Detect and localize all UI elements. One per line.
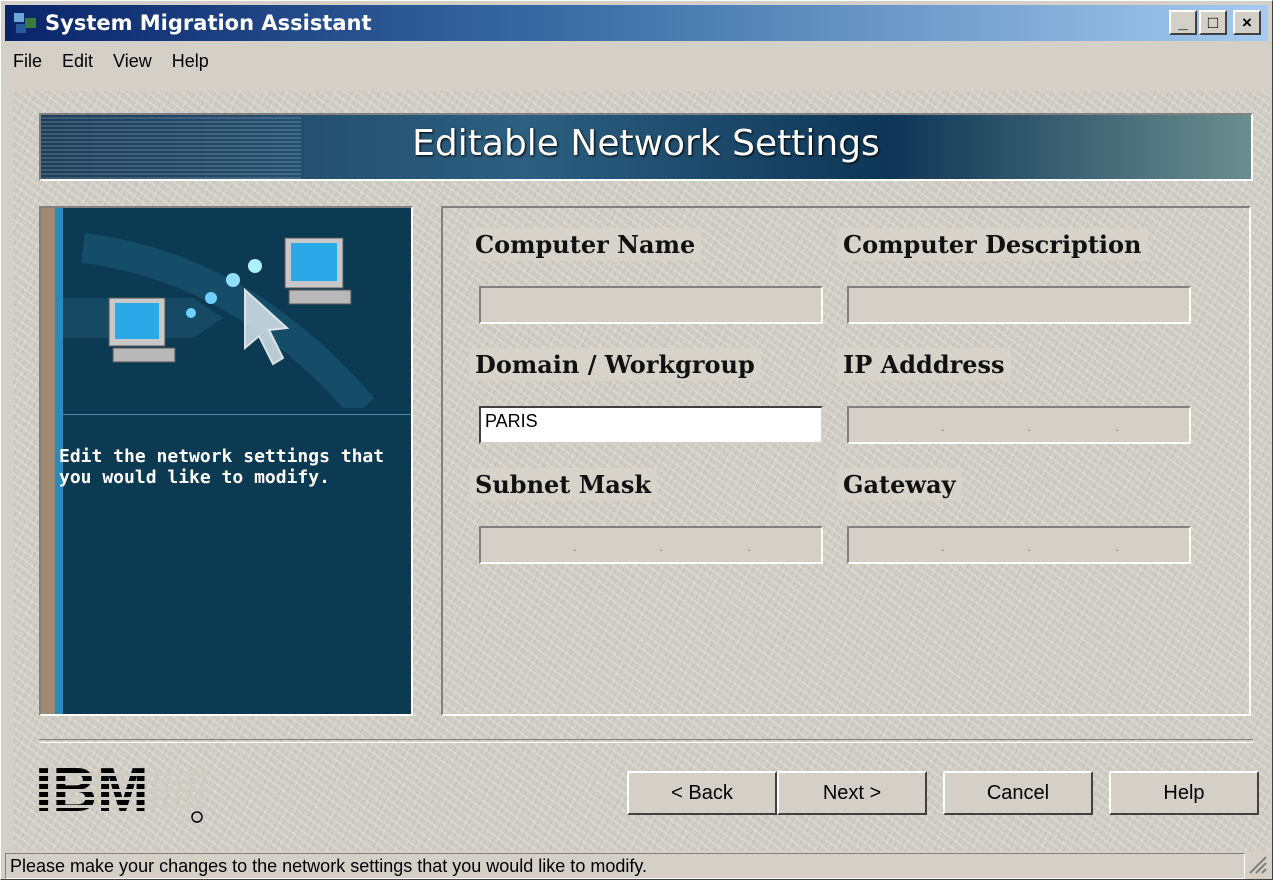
panel-divider: [63, 414, 411, 415]
ip-address-field[interactable]: . . .: [847, 406, 1191, 444]
gateway-field[interactable]: . . .: [847, 526, 1191, 564]
header-banner: Editable Network Settings: [39, 113, 1253, 181]
maximize-button[interactable]: □: [1199, 10, 1227, 35]
minimize-icon: _: [1178, 12, 1188, 32]
window-title: System Migration Assistant: [45, 11, 372, 35]
maximize-icon: □: [1207, 12, 1219, 32]
application-window: System Migration Assistant _ □ × File Ed…: [0, 0, 1273, 880]
ip-separator: .: [1115, 538, 1119, 554]
panel-accent-strip: [41, 208, 55, 714]
next-button[interactable]: Next >: [777, 771, 927, 815]
wizard-content: Editable Network Settings Edit the netwo…: [13, 91, 1270, 851]
resize-grip-icon[interactable]: [1246, 853, 1268, 875]
ibm-logo: IBM: [35, 767, 205, 825]
close-button[interactable]: ×: [1233, 10, 1261, 35]
network-computers-icon: [63, 233, 375, 408]
footer-divider: [39, 739, 1253, 743]
ip-separator: .: [1115, 418, 1119, 434]
ip-address-label: IP Adddress: [837, 348, 1011, 381]
menu-file[interactable]: File: [13, 51, 42, 72]
panel-description: Edit the network settings that you would…: [59, 446, 385, 488]
app-icon: [14, 13, 36, 33]
domain-workgroup-field[interactable]: PARIS: [479, 406, 823, 444]
subnet-mask-field[interactable]: . . .: [479, 526, 823, 564]
menu-bar: File Edit View Help: [5, 45, 1268, 77]
computer-description-field[interactable]: [847, 286, 1191, 324]
menu-view[interactable]: View: [113, 51, 152, 72]
computer-description-label: Computer Description: [837, 228, 1148, 261]
gateway-label: Gateway: [837, 468, 962, 501]
ip-separator: .: [941, 538, 945, 554]
domain-workgroup-label: Domain / Workgroup: [469, 348, 761, 381]
title-bar[interactable]: System Migration Assistant _ □ ×: [5, 5, 1268, 41]
settings-form: Computer Name Computer Description Domai…: [441, 206, 1251, 716]
ip-separator: .: [1027, 418, 1031, 434]
computer-name-label: Computer Name: [469, 228, 702, 261]
info-panel: Edit the network settings that you would…: [39, 206, 413, 716]
help-button[interactable]: Help: [1109, 771, 1259, 815]
ip-separator: .: [747, 538, 751, 554]
page-title: Editable Network Settings: [412, 123, 880, 164]
computer-name-field[interactable]: [479, 286, 823, 324]
status-bar: Please make your changes to the network …: [5, 853, 1245, 879]
menu-help[interactable]: Help: [172, 51, 209, 72]
close-icon: ×: [1242, 12, 1252, 32]
ip-separator: .: [1027, 538, 1031, 554]
ip-separator: .: [573, 538, 577, 554]
ip-separator: .: [659, 538, 663, 554]
minimize-button[interactable]: _: [1169, 10, 1197, 35]
subnet-mask-label: Subnet Mask: [469, 468, 657, 501]
menu-edit[interactable]: Edit: [62, 51, 93, 72]
cancel-button[interactable]: Cancel: [943, 771, 1093, 815]
ip-separator: .: [941, 418, 945, 434]
back-button[interactable]: < Back: [627, 771, 777, 815]
